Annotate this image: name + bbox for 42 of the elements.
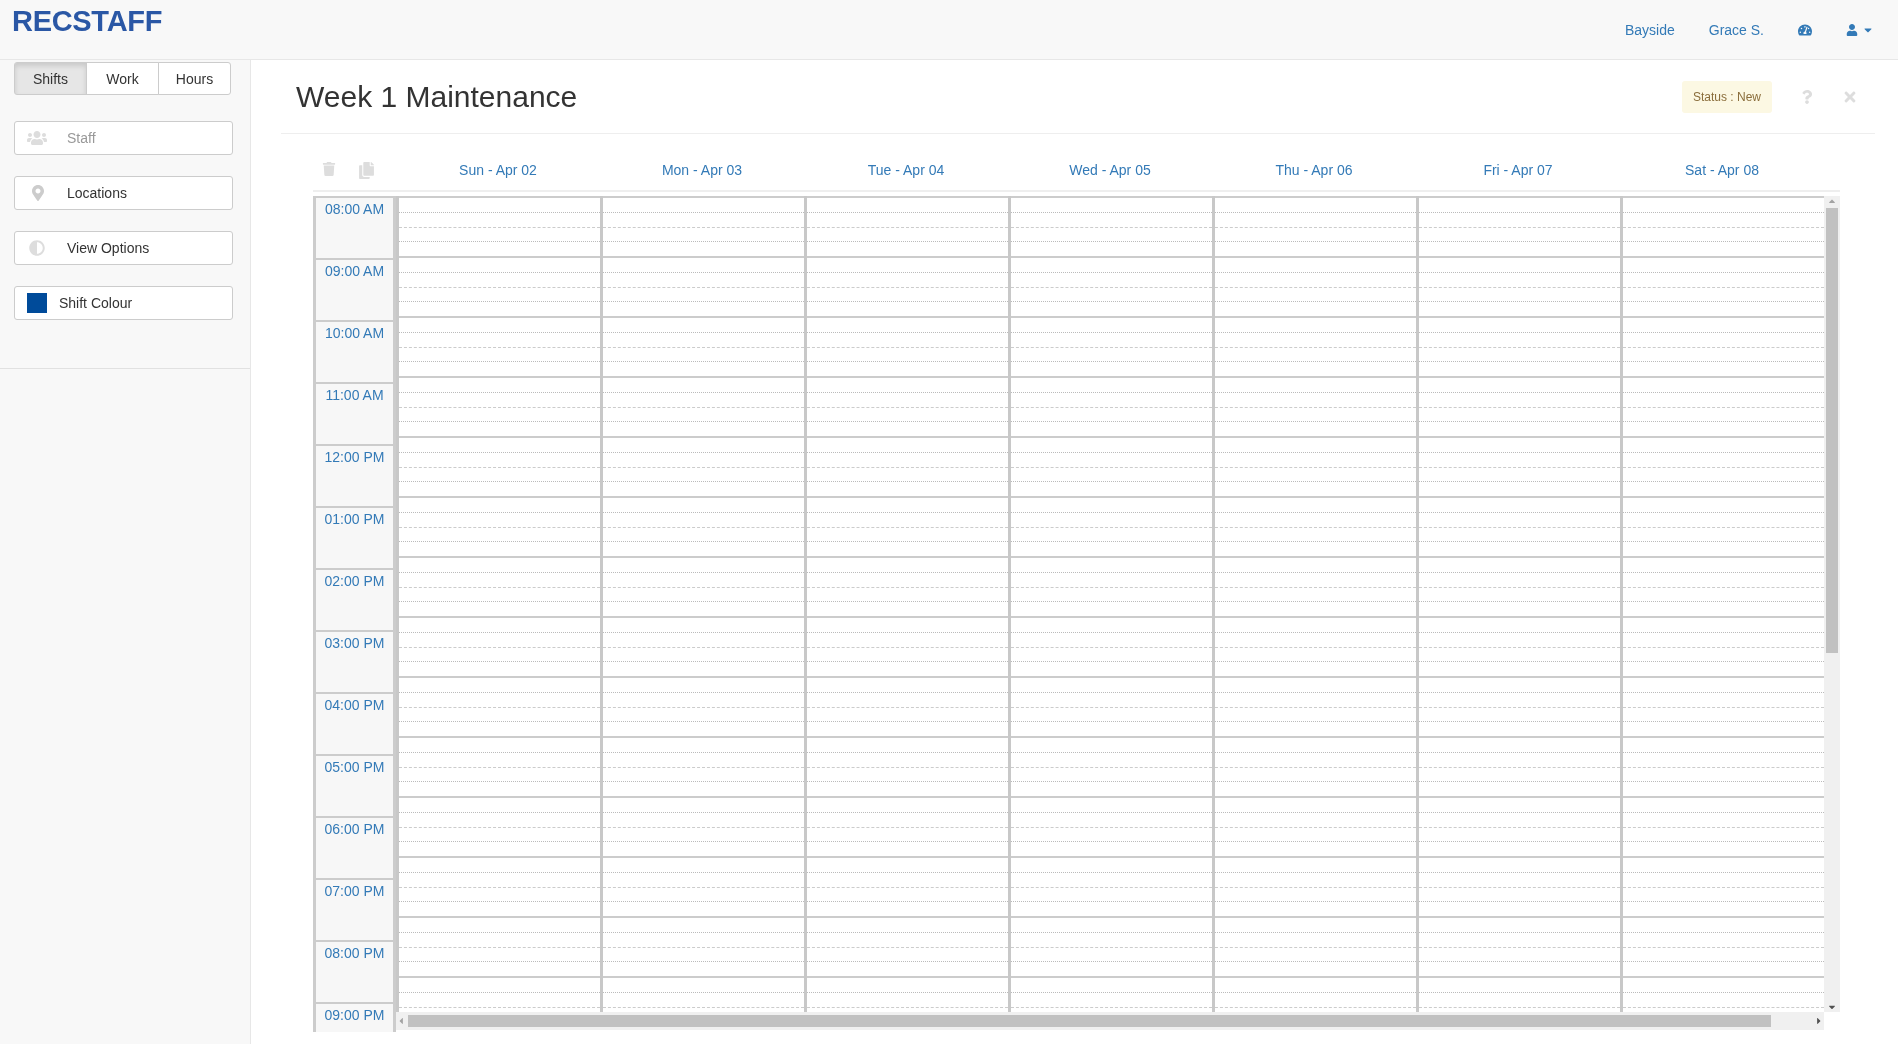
day-header: Sun - Apr 02: [458, 162, 538, 178]
copy-button[interactable]: [358, 161, 375, 179]
time-label: 11:00 AM: [325, 387, 384, 403]
time-label: 10:00 AM: [324, 325, 385, 341]
sidebar-button[interactable]: Locations: [14, 176, 233, 210]
time-label: 07:00 PM: [324, 883, 385, 899]
view-tab[interactable]: Shifts: [14, 62, 87, 95]
time-label: 09:00 PM: [324, 1007, 385, 1023]
help-button[interactable]: [1800, 89, 1814, 104]
time-label: 05:00 PM: [324, 759, 385, 775]
nav-link[interactable]: Grace S.: [1708, 21, 1764, 38]
user-icon: [1846, 23, 1858, 36]
day-header: Fri - Apr 07: [1482, 162, 1554, 178]
time-label: 06:00 PM: [324, 821, 385, 837]
day-header: Sat - Apr 08: [1684, 162, 1760, 178]
time-label: 01:00 PM: [324, 511, 385, 527]
time-label: 08:00 AM: [324, 201, 385, 217]
sidebar-button[interactable]: Shift Colour: [14, 286, 233, 320]
map-pin-icon: [30, 185, 46, 201]
sidebar-button[interactable]: View Options: [14, 231, 233, 265]
status-badge: Status : New: [1681, 80, 1772, 113]
time-label: 03:00 PM: [324, 635, 385, 651]
time-label: 12:00 PM: [324, 449, 385, 465]
app-logo: RECSTAFF: [12, 5, 163, 38]
day-header: Thu - Apr 06: [1274, 162, 1354, 178]
nav-link[interactable]: Bayside: [1624, 21, 1675, 38]
day-header: Wed - Apr 05: [1068, 162, 1152, 178]
view-tab[interactable]: Hours: [158, 62, 231, 95]
time-label: 02:00 PM: [324, 573, 385, 589]
view-tab[interactable]: Work: [86, 62, 159, 95]
users-icon: [27, 128, 47, 148]
day-header: Mon - Apr 03: [660, 162, 744, 178]
day-header: Tue - Apr 04: [866, 162, 946, 178]
user-menu-button[interactable]: [1846, 23, 1874, 36]
dashboard-button[interactable]: [1798, 22, 1812, 37]
time-label: 09:00 AM: [324, 263, 385, 279]
vertical-scrollbar[interactable]: [1824, 196, 1840, 1012]
time-label: 08:00 PM: [324, 945, 385, 961]
page-title: Week 1 Maintenance: [296, 79, 578, 114]
delete-button[interactable]: [322, 161, 336, 179]
time-label: 04:00 PM: [324, 697, 385, 713]
horizontal-scrollbar[interactable]: [396, 1012, 1824, 1030]
